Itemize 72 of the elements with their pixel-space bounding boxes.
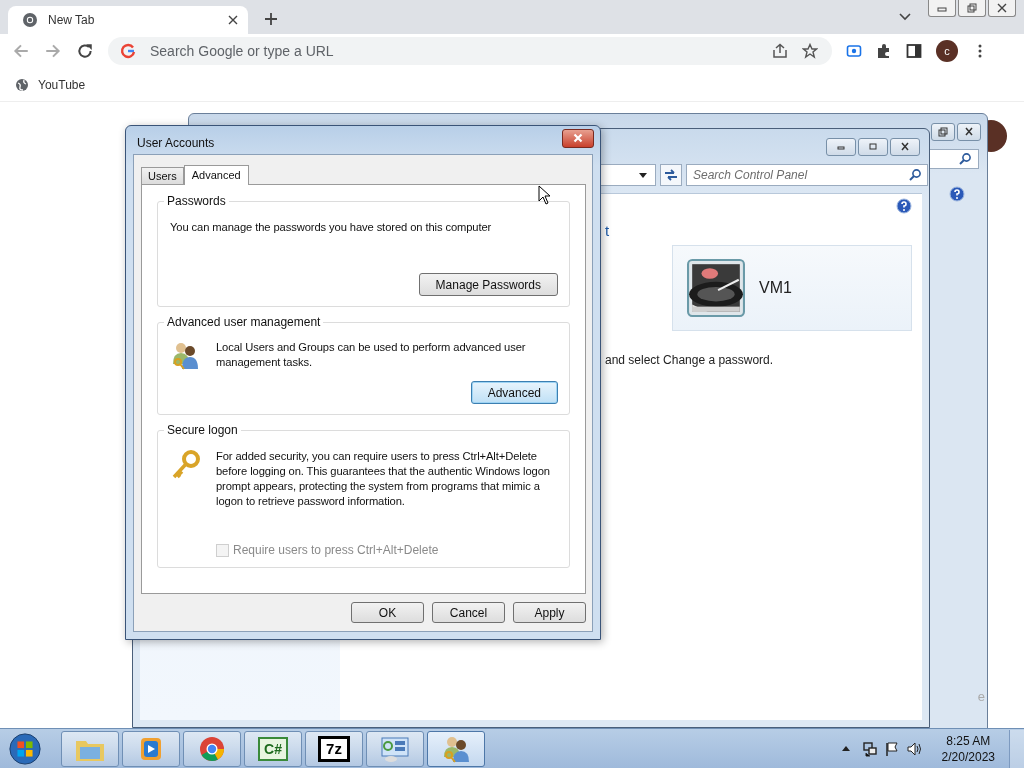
search-field[interactable]: Search Control Panel <box>686 164 928 186</box>
screen-cast-icon[interactable] <box>846 43 862 59</box>
description-text: For added security, you can require users to press Ctrl+Alt+Delete before logging on. This guarantees that the authentic Windows logon prompt appears, protecting the system from programs that mimic a logon to retrieve password information. <box>216 449 551 509</box>
group-button[interactable]: Manage Passwords <box>418 273 558 296</box>
group-title: Passwords <box>164 194 229 208</box>
close-icon <box>963 127 975 137</box>
puzzle-piece-icon[interactable] <box>876 43 892 59</box>
dialog-button[interactable]: Cancel <box>432 602 505 623</box>
close-button[interactable] <box>988 0 1016 17</box>
minimize-button[interactable] <box>826 138 856 156</box>
taskbar-button[interactable]: 7z <box>305 730 363 767</box>
minimize-button[interactable] <box>928 0 956 17</box>
taskbar-button[interactable] <box>183 730 241 767</box>
close-icon <box>899 142 911 152</box>
restore-button[interactable] <box>958 0 986 17</box>
globe-icon <box>15 77 29 92</box>
speaker-icon[interactable] <box>905 740 922 757</box>
side-panel-icon[interactable] <box>906 43 922 59</box>
group-button[interactable]: Advanced <box>470 381 558 404</box>
close-icon[interactable] <box>228 15 238 25</box>
account-card[interactable]: VM1 <box>672 245 912 331</box>
link-text[interactable]: t <box>605 222 912 239</box>
tab[interactable]: Users <box>141 167 184 184</box>
dialog-button[interactable]: Apply <box>513 602 586 623</box>
instruction-text: and select Change a password. <box>605 353 775 367</box>
close-button[interactable] <box>890 138 920 156</box>
taskbar-button[interactable] <box>366 730 424 767</box>
maximize-icon <box>867 142 879 152</box>
close-icon <box>572 133 584 143</box>
app-logo: 7z <box>318 735 350 762</box>
share-icon[interactable] <box>772 43 788 59</box>
star-icon[interactable] <box>802 43 818 59</box>
profile-avatar[interactable]: c <box>936 40 958 62</box>
dropdown-arrow-icon[interactable] <box>639 172 647 178</box>
group-title: Secure logon <box>164 423 241 437</box>
key-icon <box>170 449 202 481</box>
reload-icon[interactable] <box>76 42 94 60</box>
help-icon[interactable] <box>949 186 965 202</box>
network-icon[interactable] <box>861 740 878 757</box>
dialog-button[interactable]: OK <box>351 602 424 623</box>
group-title: Advanced user management <box>164 315 324 329</box>
control-panel-icon <box>379 734 411 763</box>
chevron-down-icon[interactable] <box>899 13 911 21</box>
taskbar-button[interactable] <box>122 730 180 767</box>
new-tab-icon[interactable] <box>264 12 278 26</box>
app-logo: C# <box>258 736 288 761</box>
account-name: VM1 <box>759 279 792 297</box>
description-text: Local Users and Groups can be used to perform advanced user management tasks. <box>216 340 527 370</box>
browser-tab[interactable]: New Tab <box>8 6 248 34</box>
show-hidden-icons-icon[interactable] <box>841 746 850 751</box>
close-button[interactable] <box>562 128 594 148</box>
tab-title: New Tab <box>48 13 96 27</box>
restore-icon <box>966 3 978 13</box>
bookmark-link[interactable]: YouTube <box>15 77 86 92</box>
search-icon <box>958 152 972 166</box>
refresh-icon[interactable] <box>660 164 682 186</box>
restore-button[interactable] <box>931 123 955 141</box>
clock[interactable]: 8:25 AM 2/20/2023 <box>941 732 995 765</box>
taskbar-button[interactable] <box>427 730 485 767</box>
taskbar-button[interactable]: C# <box>244 730 302 767</box>
google-g-icon <box>120 43 136 59</box>
window-title: User Accounts <box>136 136 215 150</box>
flag-icon[interactable] <box>883 740 900 757</box>
address-input[interactable]: Search Google or type a URL <box>150 43 758 59</box>
search-field[interactable] <box>929 149 979 169</box>
tab[interactable]: Advanced <box>183 165 249 185</box>
close-button[interactable] <box>957 123 981 141</box>
description-text: You can manage the passwords you have stored on this computer <box>170 220 493 235</box>
help-icon[interactable] <box>896 198 912 214</box>
close-icon <box>996 3 1008 13</box>
address-bar[interactable]: Search Google or type a URL <box>108 37 832 65</box>
restore-icon <box>937 127 949 137</box>
